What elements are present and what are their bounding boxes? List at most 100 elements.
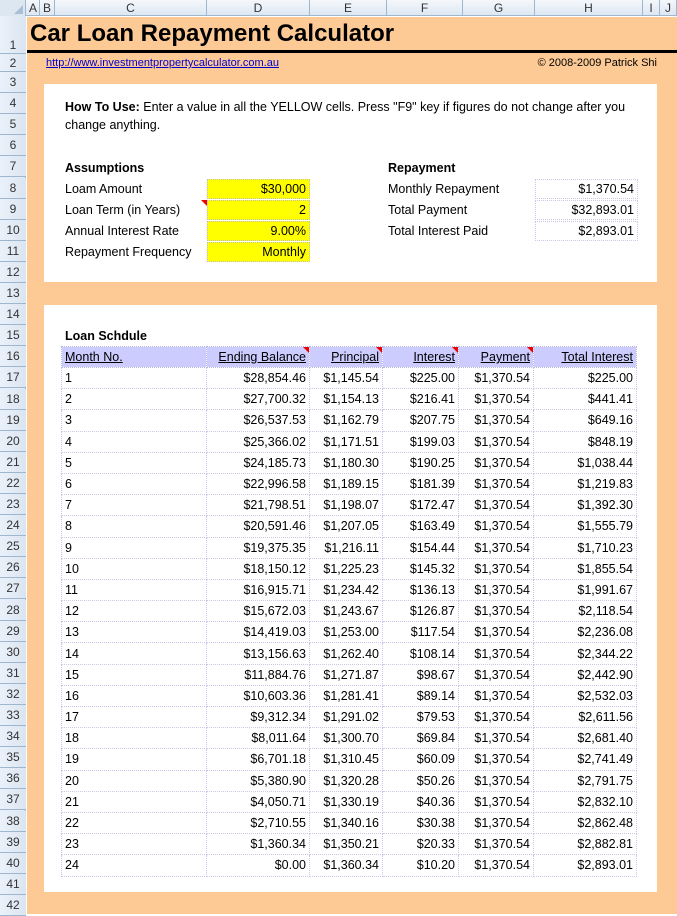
table-cell[interactable]: $1,243.67	[309, 600, 383, 623]
column-header[interactable]: I	[643, 0, 660, 16]
table-cell[interactable]: $1,370.54	[458, 409, 534, 432]
table-cell[interactable]: $2,832.10	[533, 790, 637, 813]
table-cell[interactable]: $1,281.41	[309, 684, 383, 708]
table-cell[interactable]: 2	[61, 388, 207, 411]
table-cell[interactable]: $1,370.54	[458, 600, 534, 623]
table-cell[interactable]: $1,370.54	[458, 621, 534, 644]
table-cell[interactable]: $1,198.07	[309, 494, 383, 517]
interest-rate-input[interactable]: 9.00%	[207, 221, 310, 241]
row-header[interactable]: 34	[0, 726, 26, 748]
table-cell[interactable]: $1,370.54	[458, 727, 534, 750]
column-header[interactable]: D	[207, 0, 310, 16]
table-cell[interactable]: 5	[61, 451, 207, 474]
comment-indicator-icon[interactable]	[452, 347, 458, 353]
table-cell[interactable]: 19	[61, 748, 207, 771]
table-cell[interactable]: $1,320.28	[309, 769, 383, 792]
table-cell[interactable]: $1,350.21	[309, 833, 383, 856]
table-cell[interactable]: 18	[61, 727, 207, 750]
table-cell[interactable]: $181.39	[382, 472, 459, 496]
table-cell[interactable]: $1,710.23	[533, 536, 637, 559]
table-cell[interactable]: $2,442.90	[533, 663, 637, 686]
table-cell[interactable]: $9,312.34	[206, 705, 310, 729]
table-cell[interactable]: 16	[61, 684, 207, 708]
row-header[interactable]: 21	[0, 451, 26, 473]
table-cell[interactable]: $60.09	[382, 748, 459, 771]
col-interest[interactable]: Interest	[382, 346, 459, 368]
table-cell[interactable]: $1,219.83	[533, 472, 637, 496]
row-header[interactable]: 15	[0, 325, 26, 347]
table-cell[interactable]: $1,162.79	[309, 409, 383, 432]
table-cell[interactable]: $1,216.11	[309, 536, 383, 559]
row-header[interactable]: 26	[0, 557, 26, 579]
table-cell[interactable]: $10,603.36	[206, 684, 310, 708]
col-payment[interactable]: Payment	[458, 346, 534, 368]
table-cell[interactable]: 23	[61, 833, 207, 856]
row-header[interactable]: 30	[0, 641, 26, 663]
table-cell[interactable]: 21	[61, 790, 207, 813]
table-cell[interactable]: $199.03	[382, 430, 459, 453]
table-cell[interactable]: 15	[61, 663, 207, 686]
table-cell[interactable]: $89.14	[382, 684, 459, 708]
table-cell[interactable]: $27,700.32	[206, 388, 310, 411]
comment-indicator-icon[interactable]	[201, 200, 207, 206]
table-cell[interactable]: $1,145.54	[309, 366, 383, 390]
row-header[interactable]: 4	[0, 93, 26, 115]
table-cell[interactable]: $207.75	[382, 409, 459, 432]
row-header[interactable]: 6	[0, 135, 26, 157]
table-cell[interactable]: $2,741.49	[533, 748, 637, 771]
table-cell[interactable]: $108.14	[382, 642, 459, 665]
table-cell[interactable]: $1,189.15	[309, 472, 383, 496]
row-header[interactable]: 8	[0, 177, 26, 199]
table-cell[interactable]: $1,171.51	[309, 430, 383, 453]
row-header[interactable]: 25	[0, 536, 26, 558]
table-cell[interactable]: 14	[61, 642, 207, 665]
table-cell[interactable]: $6,701.18	[206, 748, 310, 771]
table-cell[interactable]: $2,611.56	[533, 705, 637, 729]
column-header[interactable]: F	[387, 0, 463, 16]
table-cell[interactable]: $24,185.73	[206, 451, 310, 474]
table-cell[interactable]: $649.16	[533, 409, 637, 432]
table-cell[interactable]: $2,236.08	[533, 621, 637, 644]
row-header[interactable]: 32	[0, 683, 26, 705]
table-cell[interactable]: $1,370.54	[458, 642, 534, 665]
table-cell[interactable]: $11,884.76	[206, 663, 310, 686]
row-header[interactable]: 14	[0, 304, 26, 326]
table-cell[interactable]: 3	[61, 409, 207, 432]
table-cell[interactable]: $441.41	[533, 388, 637, 411]
table-cell[interactable]: 8	[61, 515, 207, 538]
row-header[interactable]: 7	[0, 156, 26, 178]
table-cell[interactable]: $13,156.63	[206, 642, 310, 665]
table-cell[interactable]: $2,791.75	[533, 769, 637, 792]
table-cell[interactable]: 11	[61, 578, 207, 602]
row-header[interactable]: 29	[0, 620, 26, 642]
table-cell[interactable]: $1,370.54	[458, 854, 534, 877]
table-cell[interactable]: 9	[61, 536, 207, 559]
column-header[interactable]: J	[660, 0, 677, 16]
table-cell[interactable]: $1,370.54	[458, 536, 534, 559]
table-cell[interactable]: $26,537.53	[206, 409, 310, 432]
table-cell[interactable]: $1,991.67	[533, 578, 637, 602]
table-cell[interactable]: $1,330.19	[309, 790, 383, 813]
table-cell[interactable]: $1,038.44	[533, 451, 637, 474]
table-cell[interactable]: $1,340.16	[309, 811, 383, 835]
row-header[interactable]: 17	[0, 367, 26, 389]
table-cell[interactable]: 7	[61, 494, 207, 517]
table-cell[interactable]: 4	[61, 430, 207, 453]
table-cell[interactable]: $20,591.46	[206, 515, 310, 538]
table-cell[interactable]: $14,419.03	[206, 621, 310, 644]
comment-indicator-icon[interactable]	[376, 347, 382, 353]
table-cell[interactable]: 1	[61, 366, 207, 390]
total-payment-value[interactable]: $32,893.01	[535, 200, 638, 220]
table-cell[interactable]: $1,262.40	[309, 642, 383, 665]
table-cell[interactable]: $190.25	[382, 451, 459, 474]
table-cell[interactable]: $2,882.81	[533, 833, 637, 856]
table-cell[interactable]: $1,370.54	[458, 705, 534, 729]
table-cell[interactable]: $1,291.02	[309, 705, 383, 729]
table-cell[interactable]: $8,011.64	[206, 727, 310, 750]
table-cell[interactable]: $1,370.54	[458, 515, 534, 538]
table-cell[interactable]: $1,360.34	[309, 854, 383, 877]
table-cell[interactable]: $1,234.42	[309, 578, 383, 602]
row-header[interactable]: 3	[0, 72, 26, 94]
table-cell[interactable]: $2,681.40	[533, 727, 637, 750]
table-cell[interactable]: $1,370.54	[458, 748, 534, 771]
